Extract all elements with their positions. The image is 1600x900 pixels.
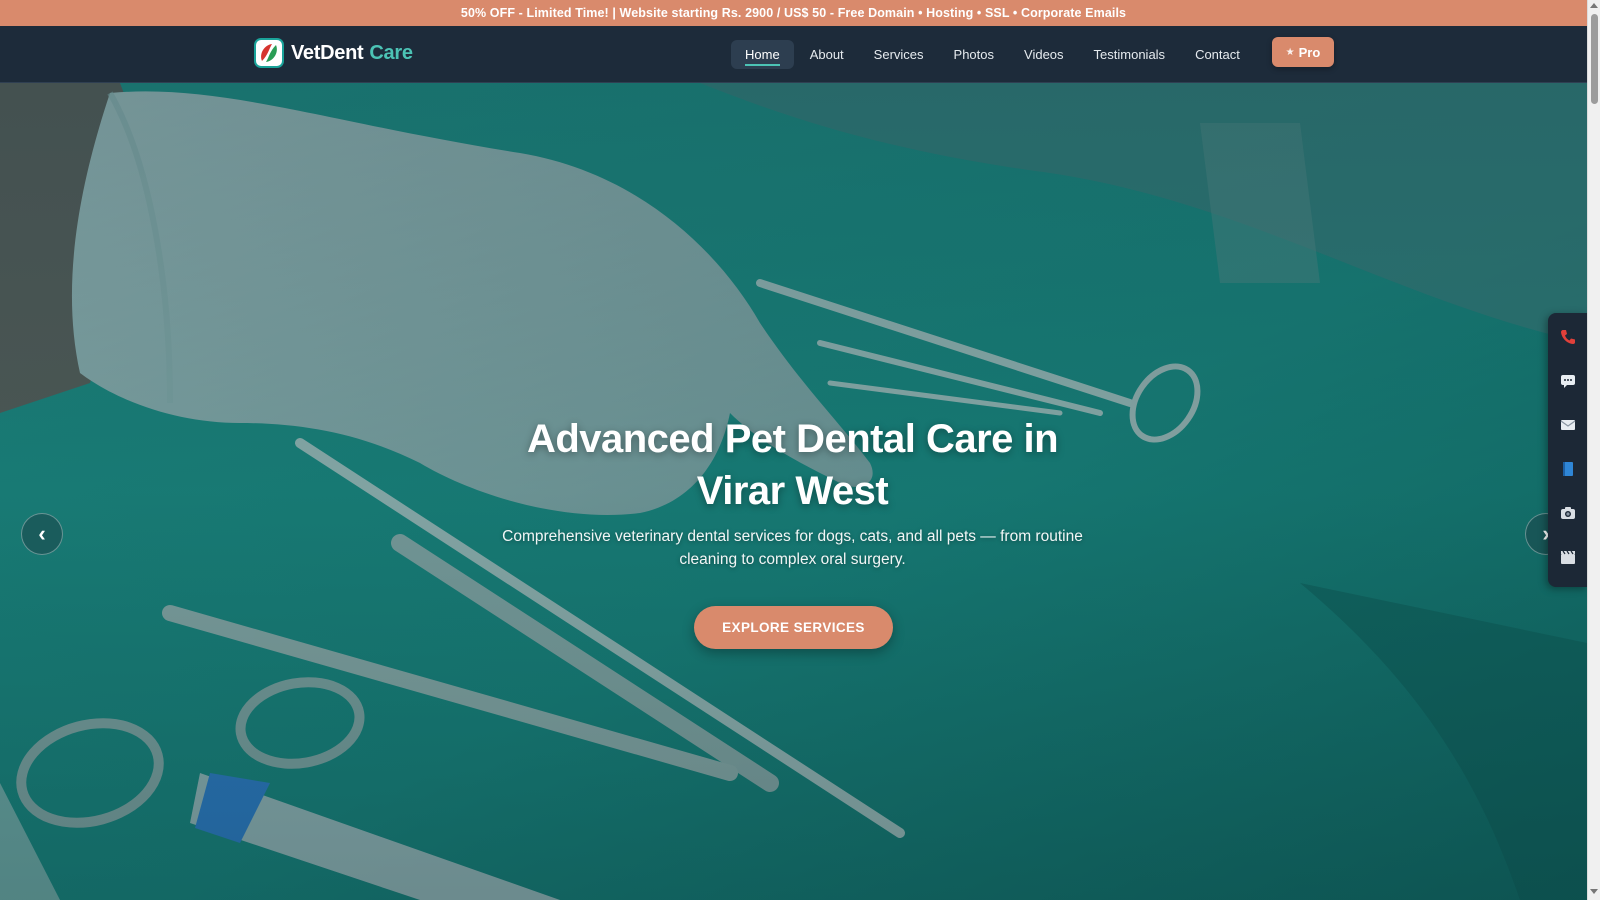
brand-name: VetDent Care: [291, 42, 413, 65]
hero-carousel: Advanced Pet Dental Care in Virar West C…: [0, 83, 1587, 900]
book-icon[interactable]: [1548, 447, 1588, 491]
nav-testimonials[interactable]: Testimonials: [1080, 40, 1180, 69]
camera-icon[interactable]: [1548, 491, 1588, 535]
video-icon[interactable]: [1548, 535, 1588, 579]
nav-videos[interactable]: Videos: [1010, 40, 1078, 69]
nav-links: Home About Services Photos Videos Testim…: [731, 40, 1256, 69]
scroll-thumb[interactable]: [1591, 14, 1598, 104]
hero-subtitle-line-2: cleaning to complex oral surgery.: [679, 551, 906, 568]
promo-text: 50% OFF - Limited Time! | Website starti…: [460, 6, 1127, 20]
pro-label: Pro: [1298, 44, 1321, 60]
carousel-prev-button[interactable]: ‹: [21, 513, 63, 555]
nav-services[interactable]: Services: [860, 40, 938, 69]
nav-about[interactable]: About: [796, 40, 858, 69]
hero-subtitle: Comprehensive veterinary dental services…: [470, 525, 1115, 571]
promo-banner: 50% OFF - Limited Time! | Website starti…: [0, 0, 1587, 26]
hero-title: Advanced Pet Dental Care in Virar West: [440, 413, 1145, 517]
page-scrollbar[interactable]: [1587, 0, 1600, 900]
logo-icon: [254, 38, 284, 68]
brand-primary: VetDent: [291, 41, 364, 64]
star-icon: ★: [1285, 46, 1295, 58]
nav-photos[interactable]: Photos: [940, 40, 1008, 69]
mail-icon[interactable]: [1548, 403, 1588, 447]
pro-button[interactable]: ★ Pro: [1272, 37, 1334, 67]
hero-title-line-2: Virar West: [696, 469, 889, 513]
nav-home[interactable]: Home: [731, 40, 794, 69]
nav-contact[interactable]: Contact: [1181, 40, 1254, 69]
explore-services-button[interactable]: EXPLORE SERVICES: [694, 606, 893, 649]
floating-contact-dock: [1548, 313, 1588, 587]
hero-subtitle-line-1: Comprehensive veterinary dental services…: [502, 528, 1083, 545]
main-navbar: VetDent Care Home About Services Photos V…: [0, 26, 1587, 83]
brand-logo-link[interactable]: VetDent Care: [254, 38, 413, 68]
scroll-up-icon[interactable]: [1590, 3, 1598, 8]
chat-icon[interactable]: [1548, 359, 1588, 403]
phone-icon[interactable]: [1548, 315, 1588, 359]
brand-accent: Care: [369, 41, 413, 64]
scroll-down-icon[interactable]: [1590, 889, 1598, 894]
hero-title-line-1: Advanced Pet Dental Care in: [526, 417, 1059, 461]
chevron-left-icon: ‹: [38, 521, 46, 546]
